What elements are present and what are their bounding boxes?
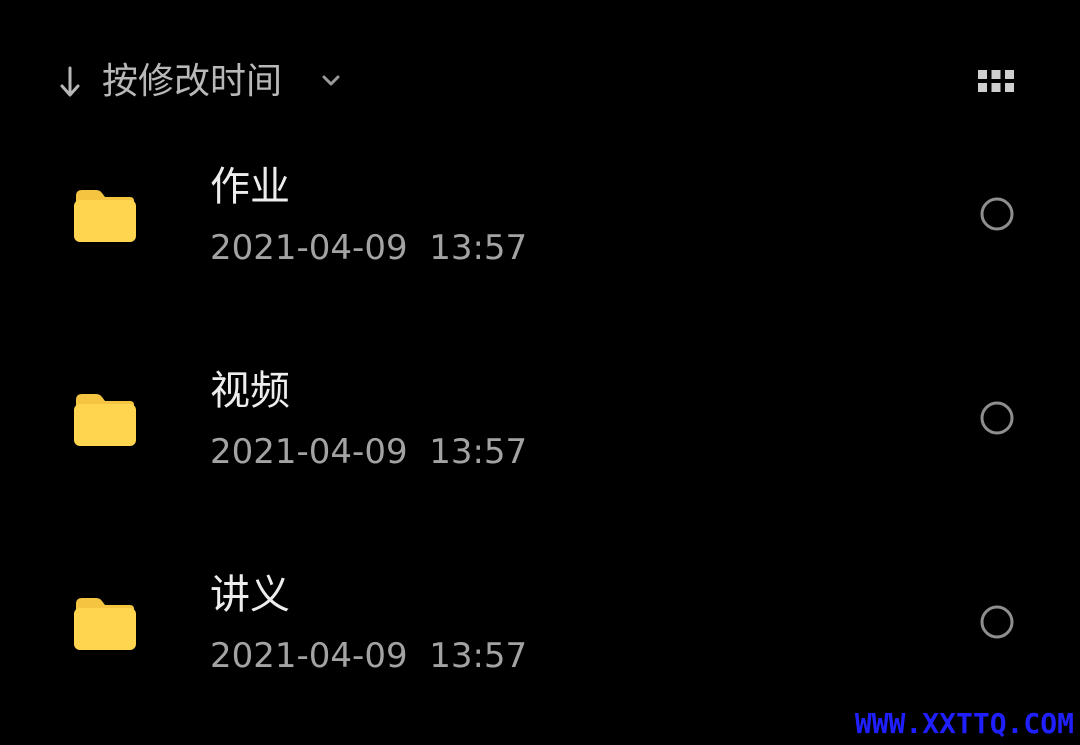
list-item[interactable]: 讲义 2021-04-09 13:57	[0, 522, 1080, 726]
file-list: 作业 2021-04-09 13:57 视频 2021-04-09 13:57 …	[0, 114, 1080, 726]
file-name: 作业	[210, 164, 290, 210]
list-item[interactable]: 作业 2021-04-09 13:57	[0, 114, 1080, 318]
modified-time: 2021-04-09 13:57	[210, 432, 528, 472]
folder-icon	[74, 598, 136, 650]
watermark: WWW.XXTTQ.COM	[854, 707, 1074, 740]
chevron-down-icon[interactable]	[318, 68, 344, 94]
arrow-down-icon[interactable]	[56, 62, 84, 102]
modified-time: 2021-04-09 13:57	[210, 228, 528, 268]
file-name: 视频	[210, 368, 290, 414]
folder-icon	[74, 394, 136, 446]
select-circle-icon[interactable]	[979, 196, 1015, 232]
list-item[interactable]: 视频 2021-04-09 13:57	[0, 318, 1080, 522]
file-name: 讲义	[210, 572, 290, 618]
sort-bar: 按修改时间	[0, 40, 1080, 124]
folder-icon	[74, 190, 136, 242]
sort-by-label[interactable]: 按修改时间	[102, 58, 282, 106]
modified-time: 2021-04-09 13:57	[210, 636, 528, 676]
select-circle-icon[interactable]	[979, 604, 1015, 640]
grid-view-icon[interactable]	[970, 64, 1022, 100]
select-circle-icon[interactable]	[979, 400, 1015, 436]
